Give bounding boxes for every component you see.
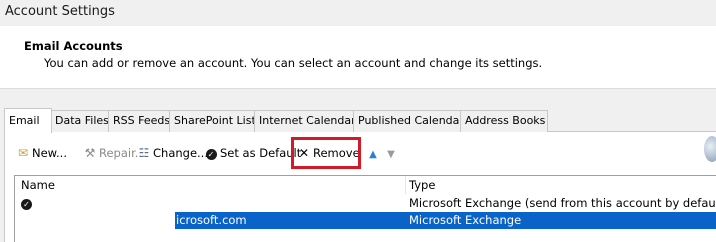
tab-internet-calendars[interactable]: Internet Calendars (254, 110, 361, 132)
tab-sharepoint-lists[interactable]: SharePoint Lists (169, 110, 262, 132)
section-title: Email Accounts (24, 39, 123, 53)
set-default-button-label: Set as Default (220, 146, 302, 160)
tab-data-files[interactable]: Data Files (50, 110, 112, 132)
change-button-label: Change... (153, 146, 208, 160)
remove-highlight-box (291, 137, 361, 169)
tab-rss-feeds[interactable]: RSS Feeds (108, 110, 174, 132)
table-row[interactable]: ✓ Microsoft Exchange (send from this acc… (15, 195, 716, 212)
arrow-down-icon: ▼ (387, 149, 395, 160)
account-type: Microsoft Exchange (409, 213, 522, 227)
move-up-button[interactable]: ▲ (366, 142, 382, 164)
column-header-type[interactable]: Type (409, 176, 435, 194)
title-bar: Account Settings (0, 0, 716, 26)
window-title: Account Settings (5, 4, 115, 19)
new-button-label: New... (32, 146, 67, 160)
repair-icon: ⚒ (84, 146, 96, 160)
move-down-button[interactable]: ▼ (384, 142, 400, 164)
set-default-button[interactable]: ✓ Set as Default (204, 142, 301, 164)
header-section: Email Accounts You can add or remove an … (0, 26, 716, 89)
arrow-up-icon: ▲ (369, 149, 377, 160)
account-type: Microsoft Exchange (send from this accou… (409, 196, 716, 210)
change-button[interactable]: ☷ Change... (137, 142, 208, 164)
tab-published-calendars[interactable]: Published Calendars (353, 110, 470, 132)
new-account-icon: ✉ (17, 146, 29, 160)
tab-address-books[interactable]: Address Books (460, 110, 548, 132)
tab-strip: Email Data Files RSS Feeds SharePoint Li… (4, 108, 716, 133)
column-header-name[interactable]: Name (21, 176, 55, 194)
account-name: icrosoft.com (176, 213, 247, 227)
table-row[interactable]: icrosoft.com Microsoft Exchange (15, 212, 716, 229)
account-list[interactable]: Name Type ✓ Microsoft Exchange (send fro… (14, 175, 716, 242)
new-button[interactable]: ✉ New... (16, 142, 67, 164)
checkmark-icon: ✓ (204, 142, 218, 164)
background-globe-icon (704, 136, 716, 162)
tab-email[interactable]: Email (4, 108, 52, 133)
section-description: You can add or remove an account. You ca… (44, 56, 543, 70)
change-icon: ☷ (138, 146, 150, 160)
column-separator (405, 176, 406, 194)
default-account-icon: ✓ (21, 195, 32, 212)
